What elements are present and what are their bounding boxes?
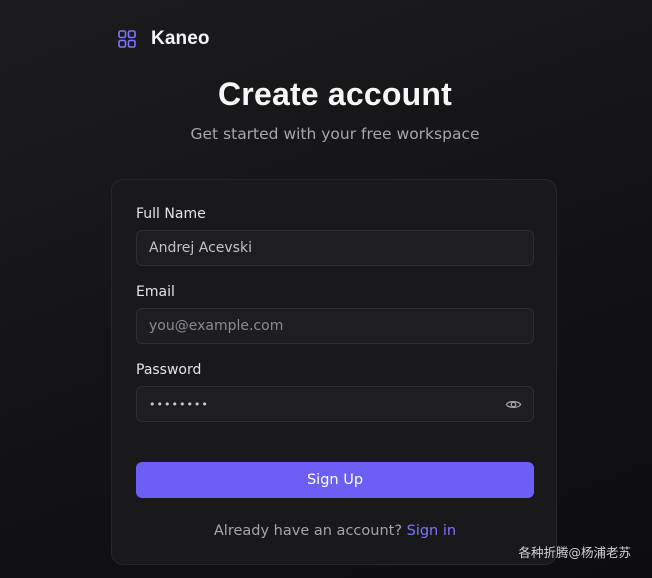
signup-card: Full Name Andrej Acevski Email you@examp… (111, 179, 557, 565)
email-placeholder: you@example.com (149, 318, 284, 334)
full-name-label: Full Name (136, 206, 206, 222)
page-title: Create account (218, 76, 452, 112)
page-subtitle: Get started with your free workspace (190, 125, 480, 143)
email-label: Email (136, 284, 175, 300)
password-value: •••••••• (149, 397, 209, 411)
brand-name: Kaneo (151, 28, 210, 49)
eye-icon[interactable] (505, 396, 522, 413)
signin-prompt-line: Already have an account? Sign in (112, 523, 558, 539)
grid-icon (118, 30, 136, 48)
brand: Kaneo (118, 27, 210, 51)
password-label: Password (136, 362, 202, 378)
sign-up-button[interactable]: Sign Up (136, 462, 534, 498)
sign-in-link[interactable]: Sign in (407, 523, 456, 539)
full-name-field[interactable]: Andrej Acevski (136, 230, 534, 266)
password-field[interactable]: •••••••• (136, 386, 534, 422)
email-field[interactable]: you@example.com (136, 308, 534, 344)
watermark: 各种折腾@杨浦老苏 (518, 545, 631, 560)
full-name-value: Andrej Acevski (149, 240, 252, 256)
signin-prompt: Already have an account? (213, 523, 403, 539)
